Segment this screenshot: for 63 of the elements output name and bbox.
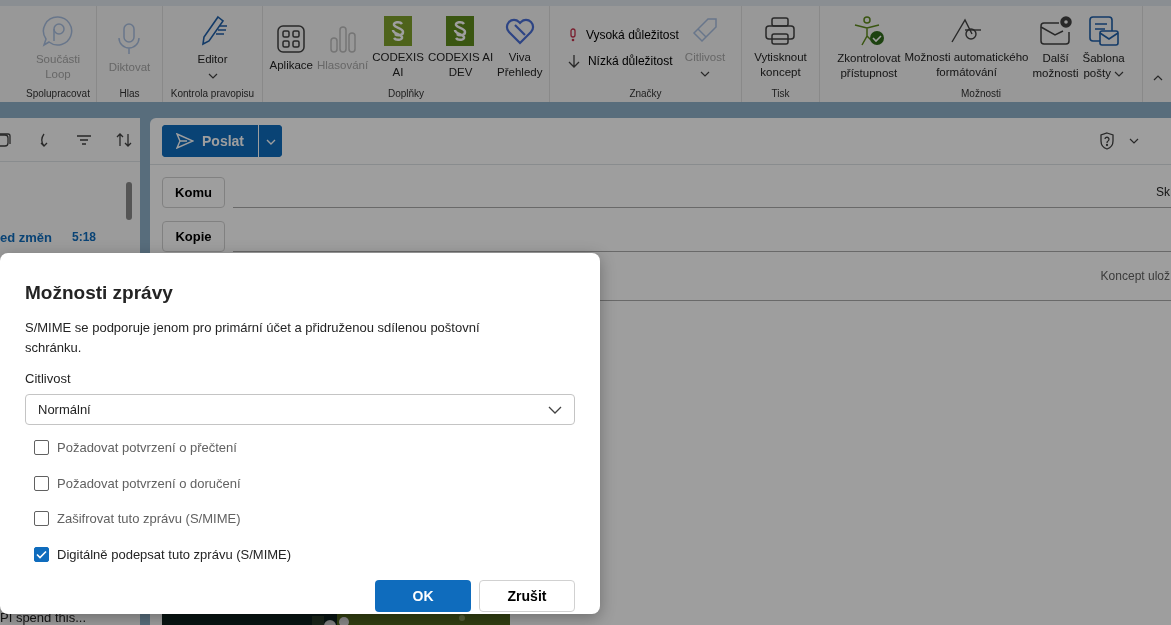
to-button[interactable]: Komu <box>162 177 225 208</box>
shield-help-icon[interactable] <box>1099 131 1115 151</box>
checkbox[interactable] <box>34 511 49 527</box>
group-label: Kontrola pravopisu <box>169 87 256 101</box>
chevron-down-icon <box>265 138 276 145</box>
checkbox-label: Požadovat potvrzení o přečtení <box>57 439 237 457</box>
chevron-down-icon <box>1113 71 1124 77</box>
scrollbar-thumb[interactable] <box>126 182 132 220</box>
checkbox-label: Požadovat potvrzení o doručení <box>57 474 241 493</box>
sort-icon[interactable] <box>116 131 132 148</box>
group-label: Možnosti <box>960 87 1002 101</box>
checkbox[interactable] <box>34 546 49 562</box>
ribbon-button[interactable]: Vytisknout koncept <box>752 6 809 86</box>
select-icon[interactable] <box>0 131 12 148</box>
chevron-down-icon <box>699 70 710 77</box>
heart-icon <box>504 16 535 46</box>
info-text: S/MIME se podporuje jenom pro primární účet a přidruženou sdílenou poštovní schránku. <box>25 318 481 357</box>
loop-icon <box>41 14 75 48</box>
message-time: 5:18 <box>71 229 96 246</box>
ribbon-button[interactable]: Další možnosti <box>1030 6 1081 86</box>
ribbon-button[interactable]: Šablona pošty <box>1080 6 1127 86</box>
ribbon-button[interactable]: Viva Přehledy <box>495 6 545 86</box>
group-label: Spolupracovat <box>25 87 91 101</box>
ribbon-button[interactable]: Editor <box>193 6 232 86</box>
ribbon-button[interactable]: Možnosti automatického formátování <box>902 6 1031 86</box>
high-importance-button[interactable]: Vysoká důležitost <box>563 24 683 46</box>
chevron-down-icon <box>548 405 562 414</box>
chevron-down-icon <box>1129 138 1139 144</box>
checkbox-label: Digitálně podepsat tuto zprávu (S/MIME) <box>57 545 292 564</box>
group-label: Značky <box>628 87 663 101</box>
chevron-down-icon <box>207 72 218 79</box>
group-label: Hlas <box>118 87 141 101</box>
section-sign-icon <box>384 16 412 46</box>
dialog-title: Možnosti zprávy <box>25 281 174 305</box>
field-label: Citlivost <box>25 369 72 388</box>
ribbon-button[interactable]: Aplikace <box>267 6 315 86</box>
mail-settings-icon <box>1038 15 1073 47</box>
bar-chart-icon <box>327 23 358 54</box>
ok-button[interactable]: OK <box>375 580 471 612</box>
checkbox[interactable] <box>34 440 49 456</box>
printer-icon <box>764 16 797 46</box>
draft-status: Koncept ulož <box>1100 268 1170 285</box>
checkbox[interactable] <box>34 475 49 491</box>
send-icon <box>176 133 194 149</box>
send-options-button[interactable] <box>258 125 282 157</box>
cc-button[interactable]: Kopie <box>162 221 225 252</box>
exclamation-icon <box>567 28 578 42</box>
mail-template-icon <box>1087 15 1120 47</box>
group-label: Doplňky <box>386 87 426 101</box>
section-sign-icon <box>446 16 475 46</box>
low-importance-button[interactable]: Nízká důležitost <box>563 50 683 72</box>
bcc-link[interactable]: Sk <box>1156 183 1170 201</box>
message-preview: PI spend this... <box>0 608 86 625</box>
down-arrow-icon <box>567 54 580 68</box>
ribbon-button[interactable]: CODEXIS AI DEV <box>425 6 496 86</box>
cancel-button[interactable]: Zrušit <box>479 580 575 612</box>
ribbon-button[interactable]: CODEXIS AI <box>370 6 426 86</box>
group-label: Tisk <box>770 87 791 101</box>
sensitivity-dropdown[interactable]: Normální <box>25 394 575 425</box>
apps-icon <box>276 23 307 54</box>
checkbox-label: Zašifrovat tuto zprávu (S/MIME) <box>57 510 241 528</box>
ribbon-button[interactable]: Zkontrolovat přístupnost <box>835 6 903 86</box>
message-subject[interactable]: ed změn <box>0 228 52 248</box>
